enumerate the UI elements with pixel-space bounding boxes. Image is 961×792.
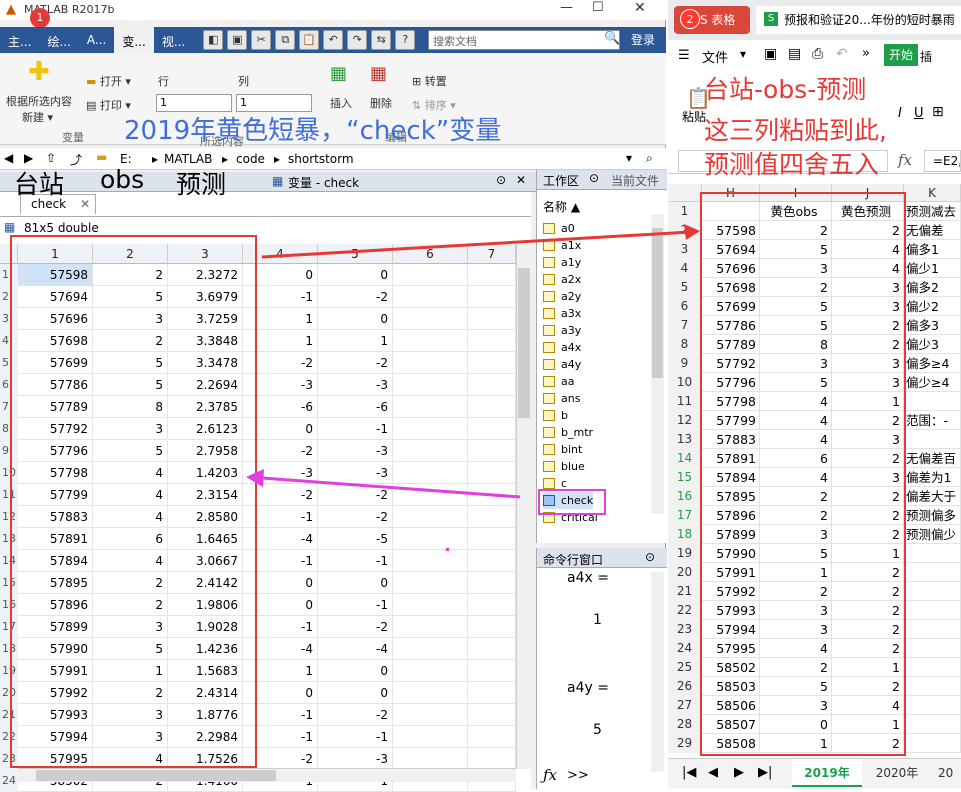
annotation-arrows [246, 224, 700, 499]
magenta-arrow-line [261, 476, 521, 499]
red-arrow-line [261, 230, 691, 259]
magenta-arrow-head [246, 469, 264, 487]
red-arrow-head [684, 224, 700, 240]
